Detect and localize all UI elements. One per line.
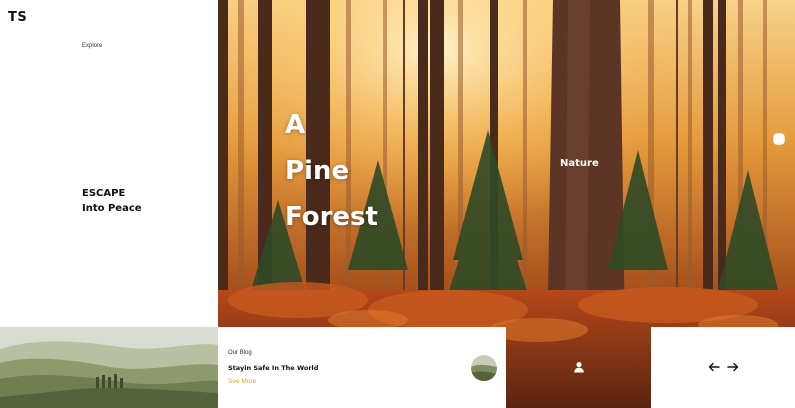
blog-card: Our Blog Stayin Safe In The World See Mo… — [218, 327, 506, 408]
blog-title[interactable]: Stayin Safe In The World — [228, 364, 318, 372]
tagline-line-1: ESCAPE — [82, 188, 126, 199]
tagline-line-2: Into Peace — [82, 203, 142, 214]
left-panel: TS Explore ESCAPE Into Peace — [0, 0, 218, 327]
twitter-icon[interactable] — [773, 133, 785, 145]
arrow-left-icon[interactable] — [708, 362, 720, 372]
blog-label: Our Blog — [228, 350, 252, 356]
see-more-link[interactable]: See More — [228, 378, 256, 385]
hero-title: A Pine Forest — [285, 102, 378, 240]
logo[interactable]: TS — [8, 10, 27, 25]
explore-link[interactable]: Explore — [82, 43, 102, 49]
user-icon[interactable] — [573, 361, 585, 373]
arrow-right-icon[interactable] — [727, 362, 739, 372]
hills-illustration — [0, 327, 218, 408]
hero-title-line: A — [285, 110, 306, 140]
category-label[interactable]: Nature — [560, 158, 599, 169]
tagline: ESCAPE Into Peace — [82, 186, 142, 216]
blog-thumbnail[interactable] — [471, 355, 497, 381]
hero-title-line: Forest — [285, 202, 378, 232]
hero-title-line: Pine — [285, 156, 350, 186]
landscape-image — [0, 327, 218, 408]
blog-thumbnail-image — [471, 355, 497, 381]
carousel-nav-card — [651, 327, 795, 408]
